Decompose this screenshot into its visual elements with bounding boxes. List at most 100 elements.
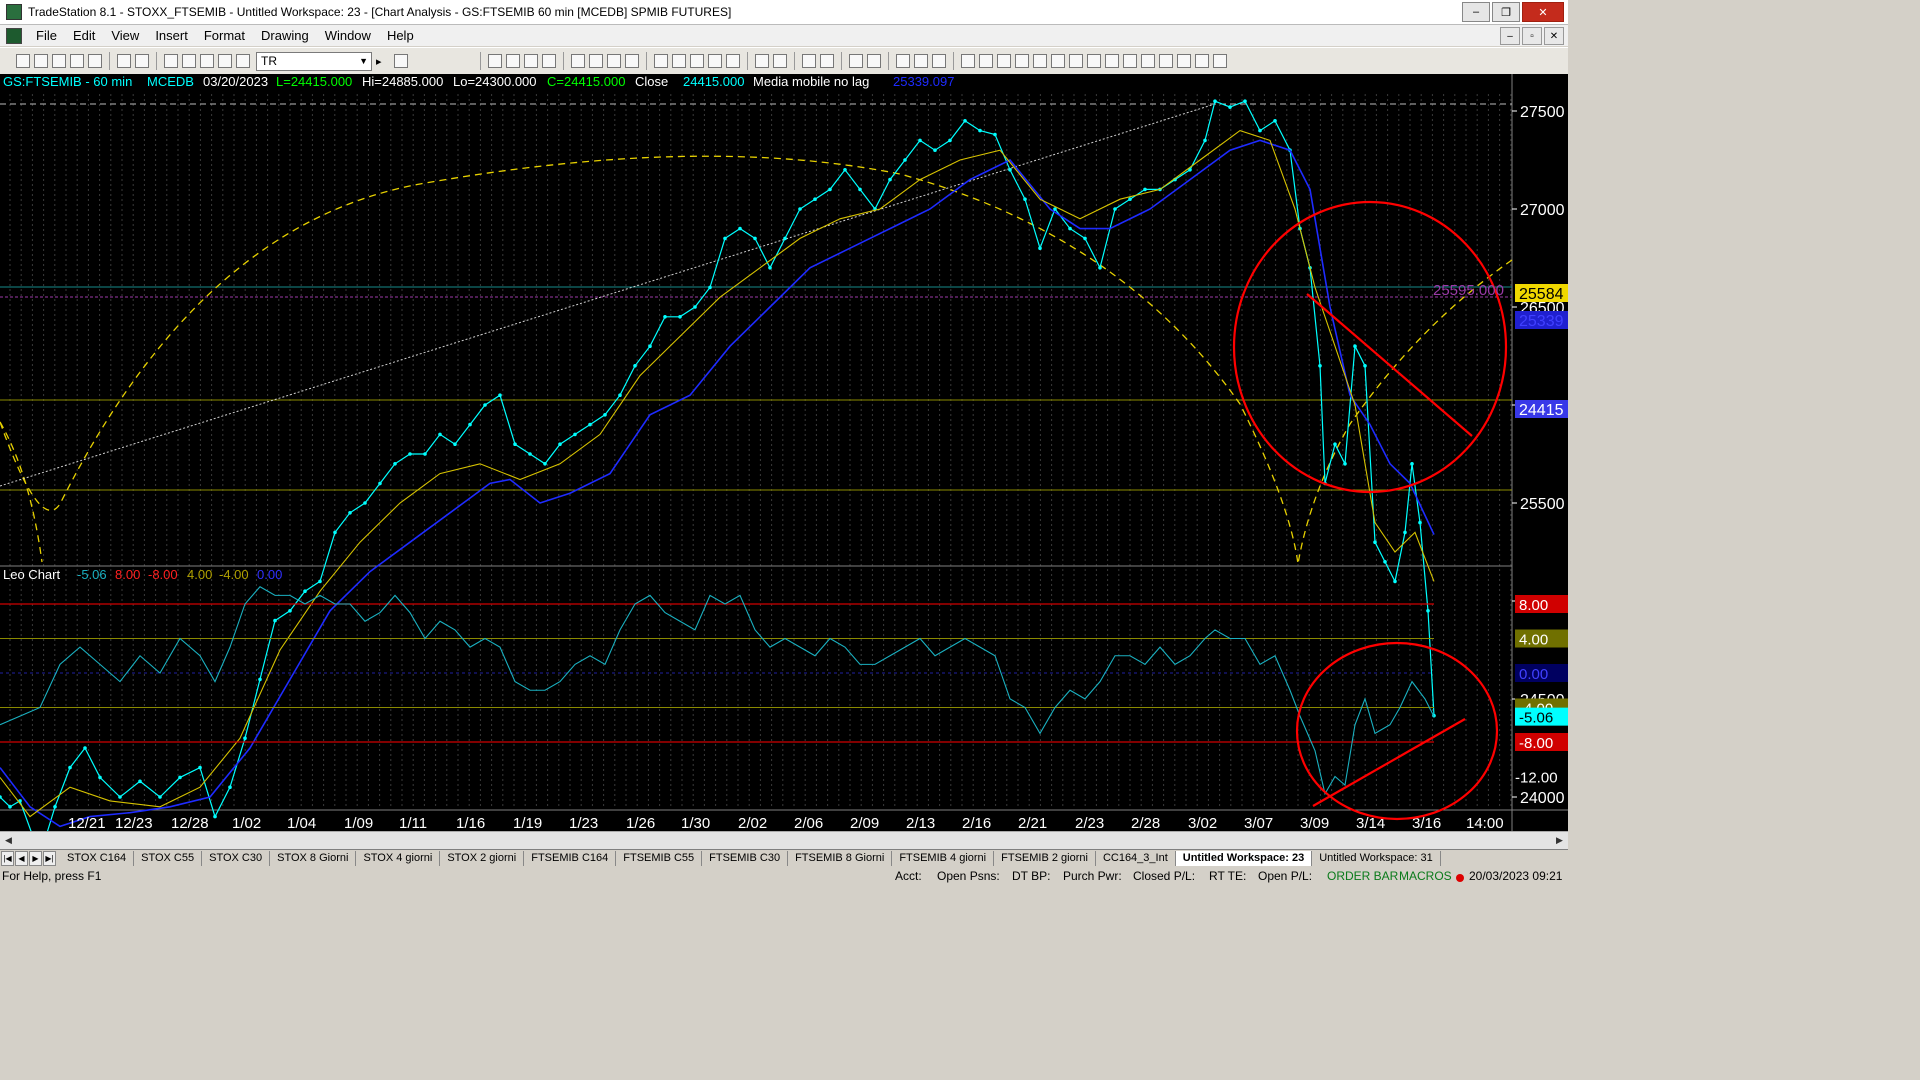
ellipse-icon[interactable] [1176,54,1191,68]
open-icon[interactable] [34,54,48,68]
text-icon[interactable] [1212,54,1227,68]
matrix-icon[interactable] [671,54,686,68]
scanner-icon[interactable] [218,54,232,68]
tab-workspace[interactable]: FTSEMIB C55 [616,851,703,866]
minimize-button[interactable]: – [1462,2,1490,22]
chevron-down-icon[interactable]: ▼ [359,53,368,70]
search-icon[interactable] [393,54,408,68]
status-bar: For Help, press F1 Acct: Open Psns: DT B… [0,867,1568,884]
data-window-icon[interactable] [624,54,639,68]
maximize-button[interactable]: ❐ [1492,2,1520,22]
tools-icon[interactable] [895,54,910,68]
expand-icon[interactable] [772,54,787,68]
chart-analysis-icon[interactable] [164,54,178,68]
vertical-line-icon[interactable] [978,54,993,68]
play-arrow-icon[interactable]: ▸ [376,55,382,68]
print-preview-icon[interactable] [135,54,149,68]
pointer-icon[interactable] [848,54,863,68]
delete-drawings-icon[interactable] [913,54,928,68]
hist-icon[interactable] [653,54,668,68]
print-icon[interactable] [117,54,131,68]
macros-button[interactable]: MACROS [1399,869,1452,883]
tab-workspace[interactable]: STOX 2 giorni [440,851,525,866]
tab-workspace[interactable]: STOX C164 [60,851,135,866]
zoom-in-icon[interactable] [801,54,816,68]
rectangle-icon[interactable] [1194,54,1209,68]
tab-first-icon[interactable]: |◀ [1,851,14,866]
menu-drawing[interactable]: Drawing [253,28,317,43]
menu-edit[interactable]: Edit [65,28,103,43]
tab-prev-icon[interactable]: ◀ [15,851,28,866]
chart-analysis-window[interactable]: GS:FTSEMIB - 60 min MCEDB 03/20/2023 L=2… [0,74,1568,905]
chart-window-icon[interactable] [6,27,22,44]
radar-screen-icon[interactable] [182,54,196,68]
tab-workspace[interactable]: FTSEMIB 2 giorni [994,851,1096,866]
speed-lines-icon[interactable] [1068,54,1083,68]
tab-workspace[interactable]: FTSEMIB C164 [524,851,617,866]
candle-chart-icon[interactable] [505,54,520,68]
order-bar-button[interactable]: ORDER BAR [1327,869,1398,883]
candle-icon[interactable] [689,54,704,68]
andrews-pitchfork-icon[interactable] [1086,54,1101,68]
menu-format[interactable]: Format [196,28,253,43]
price-chart[interactable]: GS:FTSEMIB - 60 min MCEDB 03/20/2023 L=2… [0,74,1568,905]
trendline-icon[interactable] [960,54,975,68]
line-chart-icon[interactable] [523,54,538,68]
new-icon[interactable] [16,54,30,68]
arc-icon[interactable] [1104,54,1119,68]
mdi-restore-button[interactable]: ▫ [1522,27,1542,45]
open-workspace-icon[interactable] [52,54,66,68]
tab-workspace[interactable]: FTSEMIB 4 giorni [892,851,995,866]
indicator-icon[interactable] [570,54,585,68]
menu-help[interactable]: Help [379,28,422,43]
menu-view[interactable]: View [103,28,147,43]
tab-last-icon[interactable]: ▶| [43,851,56,866]
menu-window[interactable]: Window [317,28,379,43]
tab-workspace[interactable]: STOX C55 [134,851,203,866]
tab-workspace[interactable]: STOX C30 [202,851,271,866]
tab-workspace[interactable]: STOX 4 giorni [356,851,441,866]
scroll-left-icon[interactable]: ◀ [1,833,16,848]
mdi-minimize-button[interactable]: – [1500,27,1520,45]
pencil-icon[interactable] [1122,54,1137,68]
point-figure-icon[interactable] [541,54,556,68]
snap-icon[interactable] [931,54,946,68]
menu-insert[interactable]: Insert [147,28,196,43]
horizontal-line-icon[interactable] [996,54,1011,68]
zoom-out-icon[interactable] [819,54,834,68]
crosshair-icon[interactable] [866,54,881,68]
price-bar-point [708,285,712,290]
menu-file[interactable]: File [28,28,65,43]
scroll-right-icon[interactable]: ▶ [1552,833,1567,848]
osc-badge-label: 8.00 [1519,597,1548,614]
volume-icon[interactable] [725,54,740,68]
save-icon[interactable] [88,54,102,68]
lock-icon[interactable] [200,54,214,68]
tick-icon[interactable] [707,54,722,68]
bar-chart-icon[interactable] [487,54,502,68]
gann-icon[interactable] [1050,54,1065,68]
tab-workspace[interactable]: FTSEMIB 8 Giorni [788,851,893,866]
arrow-up-icon[interactable] [1158,54,1173,68]
symbol-input[interactable]: TR ▼ [256,51,372,71]
tab-workspace[interactable]: STOX 8 Giorni [270,851,357,866]
channel-icon[interactable] [1014,54,1029,68]
price-bar-point [498,393,502,398]
price-bar-point [1213,99,1217,103]
mdi-close-button[interactable]: ✕ [1544,27,1564,45]
close-button[interactable]: ✕ [1522,2,1564,22]
time-axis-label: 12/23 [115,815,153,831]
format-icon[interactable] [606,54,621,68]
chart-horizontal-scrollbar[interactable]: ◀ ▶ [0,831,1568,849]
tab-workspace-active[interactable]: Untitled Workspace: 23 [1175,851,1313,866]
new-window-icon[interactable] [70,54,84,68]
arrow-down-icon[interactable] [1140,54,1155,68]
palette-icon[interactable] [236,54,250,68]
tab-workspace[interactable]: Untitled Workspace: 31 [1312,851,1441,866]
compress-icon[interactable] [754,54,769,68]
tab-workspace[interactable]: FTSEMIB C30 [702,851,789,866]
tab-workspace[interactable]: CC164_3_Int [1096,851,1176,866]
strategy-icon[interactable] [588,54,603,68]
tab-next-icon[interactable]: ▶ [29,851,42,866]
fibonacci-icon[interactable] [1032,54,1047,68]
